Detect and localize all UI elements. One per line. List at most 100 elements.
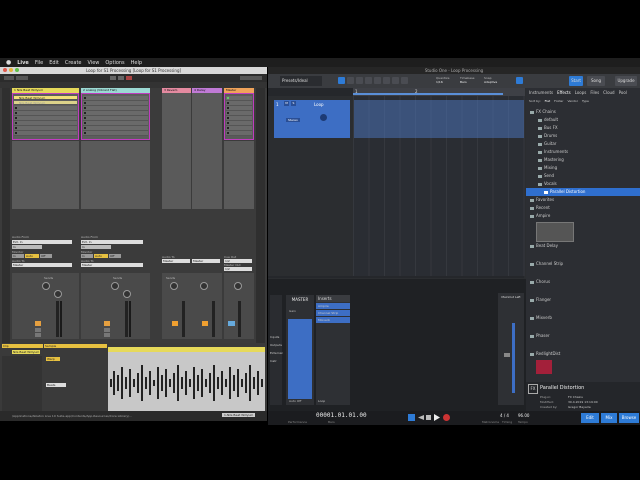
chain-item-redlightdist[interactable]: RedlightDist <box>526 350 640 358</box>
volume-fader[interactable] <box>60 301 62 337</box>
audio-to-dropdown[interactable]: Master <box>12 263 72 267</box>
master-solo-button[interactable] <box>228 321 235 326</box>
paint-tool-icon[interactable] <box>374 77 381 84</box>
range-tool-icon[interactable] <box>347 77 354 84</box>
snap-group[interactable]: Snap Adaptive <box>484 76 497 84</box>
close-icon[interactable] <box>3 68 7 72</box>
track-activator[interactable] <box>104 321 110 326</box>
clip-slot[interactable] <box>83 131 148 136</box>
monitor-off[interactable]: Off <box>40 254 52 258</box>
tree-item-mastering[interactable]: Mastering <box>526 156 640 164</box>
tree-item-drums[interactable]: Drums <box>526 132 640 140</box>
apple-icon[interactable]: ● <box>6 59 11 66</box>
stop-button[interactable] <box>118 76 124 80</box>
tree-item-recent[interactable]: Recent <box>526 204 640 212</box>
channel-fader-area[interactable] <box>288 319 312 399</box>
monitor-in[interactable]: In <box>12 254 24 258</box>
menu-edit[interactable]: Edit <box>49 60 59 66</box>
preset-dropdown[interactable]: Presets/Ideal <box>280 76 322 86</box>
tree-item-bus-fx[interactable]: Bus FX <box>526 124 640 132</box>
browse-button[interactable]: Browse <box>619 413 639 423</box>
tab-effects[interactable]: Effects <box>557 90 571 95</box>
upgrade-button[interactable]: Upgrade <box>615 76 637 86</box>
listen-tool-icon[interactable] <box>401 77 408 84</box>
maximize-icon[interactable] <box>15 68 19 72</box>
loop-icon[interactable] <box>408 414 415 421</box>
main-out-fader[interactable] <box>504 353 510 357</box>
arm-button[interactable] <box>35 333 41 337</box>
instruments-label[interactable]: Instr <box>270 359 282 363</box>
record-button[interactable] <box>126 76 132 80</box>
menu-help[interactable]: Help <box>131 60 142 66</box>
tab-pool[interactable]: Pool <box>619 90 627 95</box>
monitor-auto[interactable]: Auto <box>25 254 39 258</box>
tree-item-instruments[interactable]: Instruments <box>526 148 640 156</box>
arm-button[interactable] <box>104 333 110 337</box>
send-a-knob[interactable] <box>111 282 119 290</box>
menu-app[interactable]: Live <box>17 60 29 66</box>
tree-item-favorites[interactable]: Favorites <box>526 196 640 204</box>
tab-cloud[interactable]: Cloud <box>603 90 614 95</box>
menu-view[interactable]: View <box>88 60 100 66</box>
warp-toggle[interactable]: Warp <box>46 357 60 361</box>
solo-button[interactable] <box>35 328 41 332</box>
outputs-label[interactable]: Outputs <box>270 343 282 347</box>
waveform-display[interactable] <box>108 347 265 413</box>
tree-item-vocals[interactable]: Vocals <box>526 180 640 188</box>
minimize-icon[interactable] <box>9 68 13 72</box>
snap-toggle-icon[interactable] <box>516 77 523 84</box>
transport-time[interactable]: 00001.01.01.00 <box>316 412 367 419</box>
mix-button[interactable]: Mix <box>601 413 617 423</box>
edit-button[interactable]: Edit <box>581 413 599 423</box>
tree-item-mixing[interactable]: Mixing <box>526 164 640 172</box>
tab-files[interactable]: Files <box>590 90 599 95</box>
timeline-ruler[interactable]: 1 2 <box>353 88 525 96</box>
arrow-tool-icon[interactable] <box>338 77 345 84</box>
volume-fader[interactable] <box>129 301 131 337</box>
input-channel-dropdown[interactable]: In <box>12 245 42 249</box>
eraser-tool-icon[interactable] <box>365 77 372 84</box>
loop-range-bar[interactable] <box>353 93 503 95</box>
monitor-auto[interactable]: Auto <box>94 254 108 258</box>
sort-folder[interactable]: Folder <box>554 99 563 103</box>
return-a-send-knob[interactable] <box>170 282 178 290</box>
return-b-send-knob[interactable] <box>200 282 208 290</box>
master-out-dropdown[interactable]: 1/2 <box>224 267 252 271</box>
sort-type[interactable]: Type <box>582 99 589 103</box>
track-mode[interactable]: Stereo <box>286 118 300 122</box>
chain-item-phaser[interactable]: Phaser <box>526 332 640 340</box>
menu-file[interactable]: File <box>35 60 43 66</box>
quantize-group[interactable]: Quantize 1/16 <box>436 76 449 84</box>
chain-item-mixverb[interactable]: Mixverb <box>526 314 640 322</box>
insert-slot-3[interactable]: Mixverb <box>316 317 350 323</box>
record-icon[interactable] <box>443 414 450 421</box>
chain-item-chorus[interactable]: Chorus <box>526 278 640 286</box>
rewind-icon[interactable] <box>418 415 424 420</box>
audio-to-dropdown[interactable]: Master <box>81 263 143 267</box>
track-activator[interactable] <box>35 321 41 326</box>
stop-icon[interactable] <box>426 415 431 420</box>
clip-slot[interactable] <box>14 131 77 136</box>
bend-tool-icon[interactable] <box>392 77 399 84</box>
insert-slot-2[interactable]: Channel Strip <box>316 310 350 316</box>
sort-flat[interactable]: Flat <box>545 99 551 103</box>
input-channel-dropdown[interactable]: In <box>81 245 111 249</box>
insert-slot-1[interactable]: Ampire <box>316 303 350 309</box>
menu-options[interactable]: Options <box>105 60 124 66</box>
tab-instruments[interactable]: Instruments <box>529 90 553 95</box>
timebase-group[interactable]: Timebase Bars <box>460 76 475 84</box>
clip-slot-selected[interactable]: Nils Beat Willyum <box>14 96 77 100</box>
split-tool-icon[interactable] <box>356 77 363 84</box>
chain-item-flanger[interactable]: Flanger <box>526 296 640 304</box>
master-cue-knob[interactable] <box>234 282 242 290</box>
song-button[interactable]: Song <box>587 76 605 86</box>
monitor-off[interactable]: Off <box>109 254 121 258</box>
tree-item-default[interactable]: default <box>526 116 640 124</box>
send-b-knob[interactable] <box>123 290 131 298</box>
tap-button[interactable] <box>4 76 14 80</box>
return-b-activator[interactable] <box>202 321 208 326</box>
track-header-loop[interactable]: 1 M S Loop Stereo <box>274 100 350 138</box>
monitor-in[interactable]: In <box>81 254 93 258</box>
warp-mode-dropdown[interactable]: Beats <box>46 383 66 387</box>
audio-from-dropdown[interactable]: Ext. In <box>12 240 72 244</box>
